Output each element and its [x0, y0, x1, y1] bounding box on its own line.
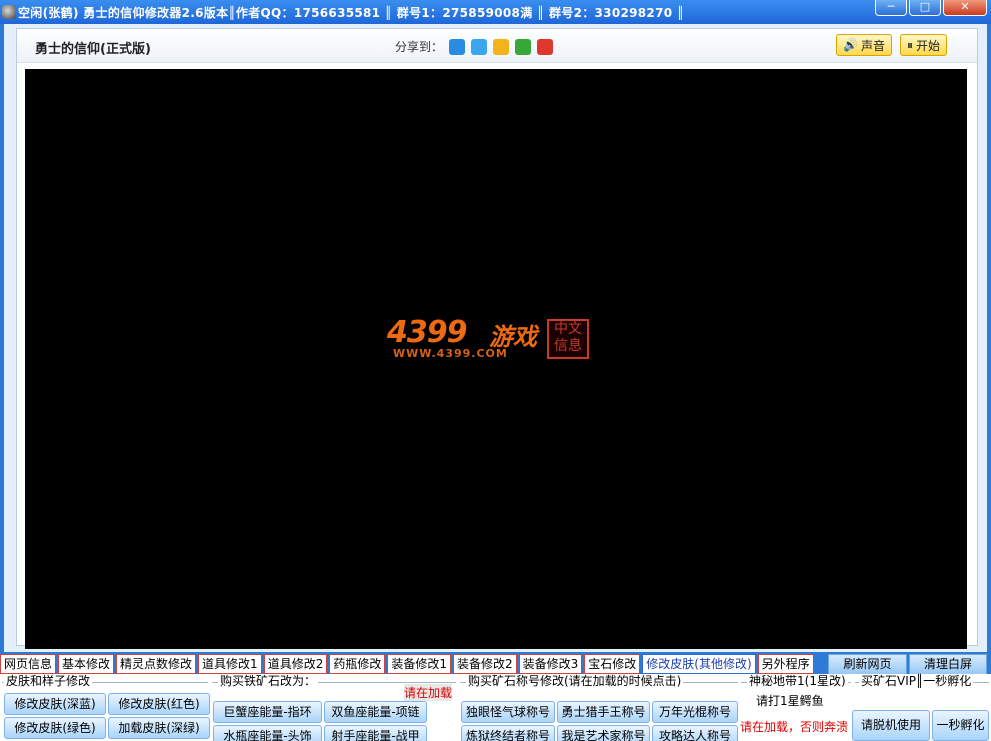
game-title: 勇士的信仰(正式版) [35, 42, 151, 57]
tab-items-1[interactable]: 道具修改1 [198, 654, 262, 674]
logo-number: 4399 [387, 315, 467, 350]
game-canvas[interactable]: 4399 游戏 WWW.4399.COM 中文信息 [25, 69, 967, 649]
skin-green-button[interactable]: 修改皮肤(绿色) [4, 717, 106, 739]
skin-dark-green-button[interactable]: 加载皮肤(深绿) [108, 717, 210, 739]
tab-basic[interactable]: 基本修改 [58, 654, 115, 674]
share-label: 分享到： [395, 40, 444, 54]
control-panel: 皮肤和样子修改 修改皮肤(深蓝) 修改皮肤(红色) 修改皮肤(绿色) 加载皮肤(… [0, 674, 991, 741]
ore-group-label: 购买铁矿石改为： [218, 674, 319, 688]
tab-equip-1[interactable]: 装备修改1 [387, 654, 451, 674]
share-bar: 分享到： [395, 38, 554, 55]
skin-dark-blue-button[interactable]: 修改皮肤(深蓝) [4, 693, 106, 715]
one-second-hatch-button[interactable]: 一秒孵化 [932, 710, 989, 741]
pisces-necklace-button[interactable]: 双鱼座能量-项链 [324, 701, 427, 723]
hunter-king-title-button[interactable]: 勇士猎手王称号 [557, 701, 650, 723]
sagittarius-armor-button[interactable]: 射手座能量-战甲 [324, 725, 427, 741]
artist-title-button[interactable]: 我是艺术家称号 [557, 725, 650, 741]
tab-potion[interactable]: 药瓶修改 [329, 654, 386, 674]
4399-logo: 4399 游戏 WWW.4399.COM 中文信息 [387, 315, 597, 365]
maximize-button[interactable]: □ [909, 0, 941, 16]
bachelor-title-button[interactable]: 万年光棍称号 [652, 701, 738, 723]
qq-icon[interactable] [449, 38, 466, 55]
clover-icon[interactable] [515, 38, 532, 55]
skin-red-button[interactable]: 修改皮肤(红色) [108, 693, 210, 715]
close-button[interactable]: ✕ [943, 0, 987, 16]
mystery-note: 请打1星鳄鱼 [756, 694, 824, 708]
window-title: 空闲(张鹤) 勇士的信仰修改器2.6版本║作者QQ：1756635581 ║ 群… [18, 5, 685, 20]
tab-bar: 网页信息 基本修改 精灵点数修改 道具修改1 道具修改2 药瓶修改 装备修改1 … [0, 654, 816, 674]
tab-equip-3[interactable]: 装备修改3 [518, 654, 583, 674]
weibo-icon[interactable] [537, 38, 554, 55]
cyclops-title-button[interactable]: 独眼怪气球称号 [461, 701, 555, 723]
clear-white-button[interactable]: 清理白屏 [909, 654, 987, 675]
guide-master-title-button[interactable]: 攻略达人称号 [652, 725, 738, 741]
mystery-group-label: 神秘地带1(1星改) [747, 674, 848, 688]
sound-button[interactable]: 🔊 声音 [836, 34, 892, 56]
start-label: 开始 [916, 38, 941, 53]
start-button[interactable]: ⏸ 开始 [900, 34, 948, 56]
speaker-icon: 🔊 [843, 38, 858, 52]
browser-frame: 勇士的信仰(正式版) 分享到： 🔊 声音 ⏸ 开始 4399 游戏 WWW.43… [4, 24, 987, 652]
purgatory-title-button[interactable]: 炼狱终结者称号 [461, 725, 555, 741]
sound-label: 声音 [860, 38, 885, 53]
game-panel: 勇士的信仰(正式版) 分享到： 🔊 声音 ⏸ 开始 4399 游戏 WWW.43… [16, 28, 978, 649]
refresh-button[interactable]: 刷新网页 [828, 654, 907, 675]
mystery-warning: 请在加载，否则奔溃 [740, 720, 849, 734]
star-icon[interactable] [493, 38, 510, 55]
game-header: 勇士的信仰(正式版) 分享到： 🔊 声音 ⏸ 开始 [17, 29, 977, 63]
cancer-ring-button[interactable]: 巨蟹座能量-指环 [213, 701, 322, 723]
logo-url: WWW.4399.COM [393, 347, 508, 360]
aquarius-headwear-button[interactable]: 水瓶座能量-头饰 [213, 725, 322, 741]
tab-items-2[interactable]: 道具修改2 [263, 654, 328, 674]
tab-equip-2[interactable]: 装备修改2 [452, 654, 517, 674]
offline-use-button[interactable]: 请脱机使用 [852, 710, 930, 741]
ore-loading-text: 请在加载 [404, 684, 453, 701]
skin-group-label: 皮肤和样子修改 [4, 674, 93, 688]
app-icon [2, 5, 16, 19]
tab-gem[interactable]: 宝石修改 [584, 654, 641, 674]
tab-skin[interactable]: 修改皮肤(其他修改) [642, 654, 756, 674]
tab-spirit[interactable]: 精灵点数修改 [116, 654, 197, 674]
minimize-button[interactable]: ─ [875, 0, 907, 16]
tab-web-info[interactable]: 网页信息 [0, 654, 57, 674]
title-group-label: 购买矿石称号修改(请在加载的时候点击) [466, 674, 684, 688]
qzone-icon[interactable] [471, 38, 488, 55]
vip-group-label: 买矿石VIP║一秒孵化 [859, 674, 974, 688]
pause-icon: ⏸ [907, 37, 914, 52]
logo-seal: 中文信息 [547, 319, 589, 359]
title-bar: 空闲(张鹤) 勇士的信仰修改器2.6版本║作者QQ：1756635581 ║ 群… [0, 0, 991, 24]
tab-other[interactable]: 另外程序 [757, 654, 814, 674]
